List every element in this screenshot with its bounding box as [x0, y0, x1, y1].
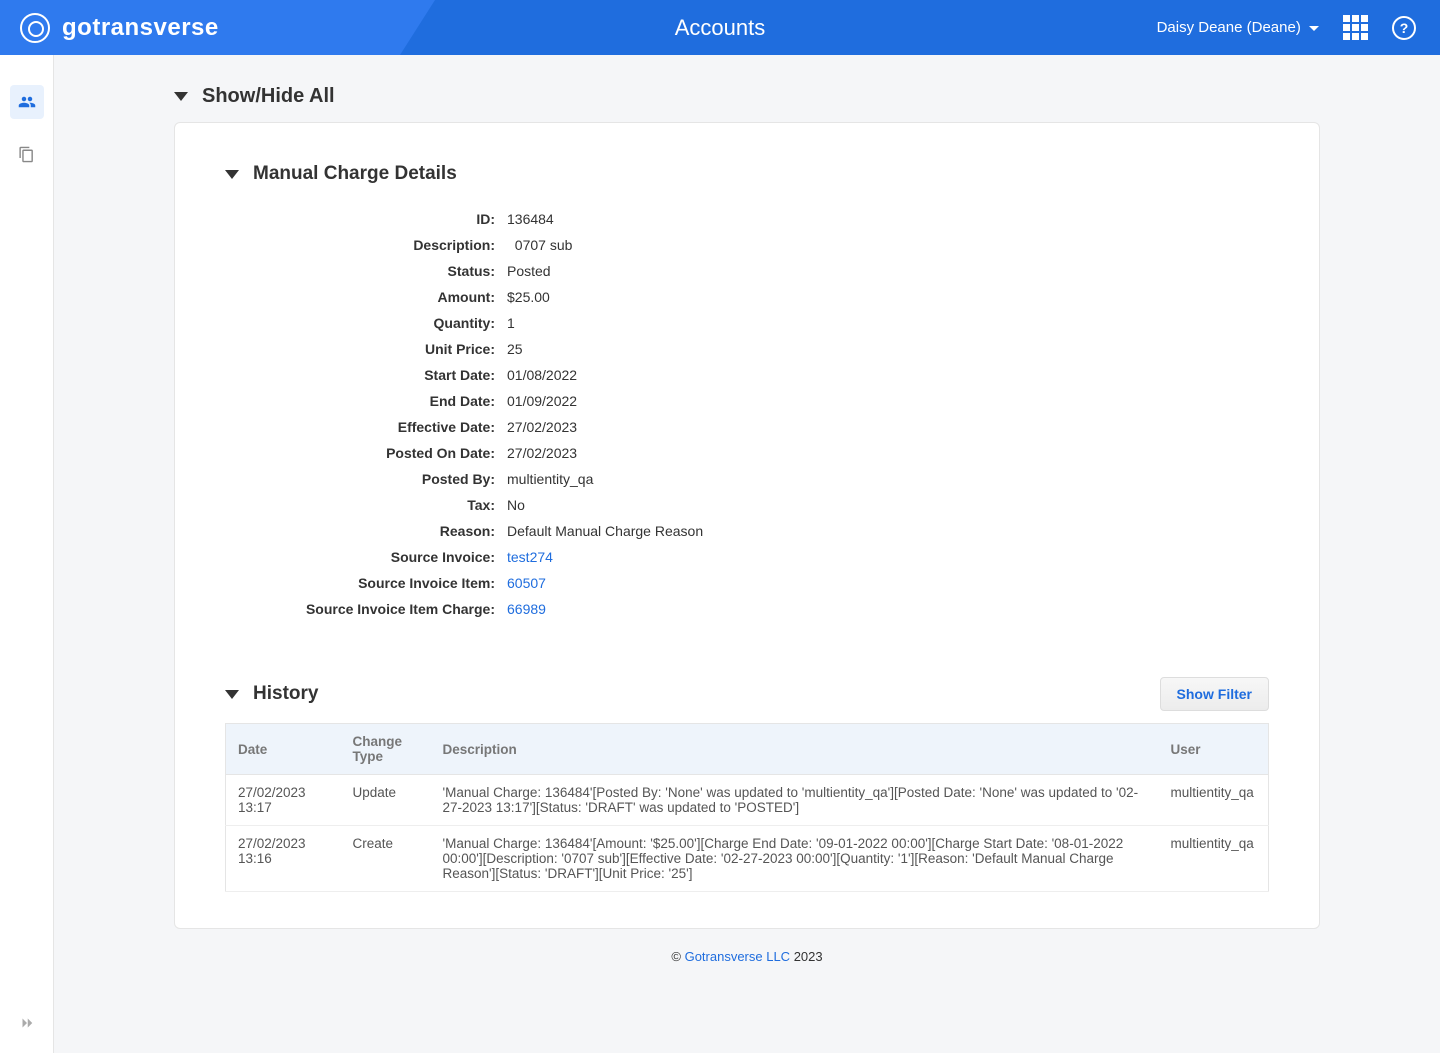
details-section-title: Manual Charge Details: [253, 163, 457, 185]
show-filter-button[interactable]: Show Filter: [1160, 677, 1269, 711]
detail-value: 1: [507, 315, 1269, 331]
footer-company-link[interactable]: Gotransverse LLC: [685, 949, 791, 964]
brand-text: gotransverse: [62, 14, 219, 42]
footer-year: 2023: [794, 949, 823, 964]
detail-value: 01/09/2022: [507, 393, 1269, 409]
detail-value: 136484: [507, 211, 1269, 227]
history-header-row: Date Change Type Description User: [226, 724, 1269, 775]
detail-value: 25: [507, 341, 1269, 357]
sidebar-expand[interactable]: [18, 1014, 36, 1035]
cell-type: Create: [341, 826, 431, 892]
history-section-toggle[interactable]: History: [225, 683, 318, 705]
detail-label: End Date:: [245, 393, 495, 409]
detail-value-link[interactable]: 60507: [507, 575, 1269, 591]
brand-logo-icon: [20, 13, 50, 43]
showhide-title: Show/Hide All: [202, 85, 335, 108]
detail-label: Quantity:: [245, 315, 495, 331]
caret-down-icon: [225, 170, 239, 179]
history-section-title: History: [253, 683, 318, 705]
detail-value-link[interactable]: 66989: [507, 601, 1269, 617]
cell-desc: 'Manual Charge: 136484'[Posted By: 'None…: [431, 775, 1159, 826]
footer-copyright: ©: [671, 949, 681, 964]
detail-label: Status:: [245, 263, 495, 279]
detail-value: 27/02/2023: [507, 445, 1269, 461]
detail-label: Unit Price:: [245, 341, 495, 357]
detail-value: multientity_qa: [507, 471, 1269, 487]
details-grid: ID: 136484 Description: 0707 sub Status: Pos…: [245, 211, 1269, 617]
history-header-row: History Show Filter: [225, 677, 1269, 711]
main-content: Show/Hide All Manual Charge Details ID: 1…: [54, 55, 1440, 1053]
detail-label: Source Invoice Item:: [245, 575, 495, 591]
detail-label: Reason:: [245, 523, 495, 539]
detail-value: 27/02/2023: [507, 419, 1269, 435]
detail-label: Source Invoice:: [245, 549, 495, 565]
apps-grid-icon[interactable]: [1343, 15, 1368, 40]
chevrons-right-icon: [18, 1014, 36, 1032]
cell-type: Update: [341, 775, 431, 826]
header-right: Daisy Deane (Deane) ?: [1157, 15, 1440, 40]
footer: © Gotransverse LLC 2023: [174, 929, 1320, 964]
col-date[interactable]: Date: [226, 724, 341, 775]
chevron-down-icon: [1309, 26, 1319, 31]
detail-value: Posted: [507, 263, 1269, 279]
detail-label: Start Date:: [245, 367, 495, 383]
showhide-toggle[interactable]: Show/Hide All: [174, 85, 1320, 108]
detail-value: Default Manual Charge Reason: [507, 523, 1269, 539]
user-menu[interactable]: Daisy Deane (Deane): [1157, 19, 1319, 36]
detail-value-link[interactable]: test274: [507, 549, 1269, 565]
detail-label: Amount:: [245, 289, 495, 305]
users-icon: [18, 93, 36, 111]
user-label: Daisy Deane (Deane): [1157, 19, 1301, 36]
detail-label: Tax:: [245, 497, 495, 513]
detail-label: Effective Date:: [245, 419, 495, 435]
col-user[interactable]: User: [1159, 724, 1269, 775]
copy-icon: [18, 146, 35, 163]
caret-down-icon: [174, 92, 188, 101]
detail-label: Source Invoice Item Charge:: [245, 601, 495, 617]
sidebar-item-copy[interactable]: [10, 137, 44, 171]
help-icon[interactable]: ?: [1392, 16, 1416, 40]
detail-label: Posted By:: [245, 471, 495, 487]
detail-value: 0707 sub: [507, 237, 1269, 253]
detail-value: 01/08/2022: [507, 367, 1269, 383]
detail-value: $25.00: [507, 289, 1269, 305]
cell-desc: 'Manual Charge: 136484'[Amount: '$25.00'…: [431, 826, 1159, 892]
history-table: Date Change Type Description User 27/02/…: [225, 723, 1269, 892]
table-row: 27/02/2023 13:17Update'Manual Charge: 13…: [226, 775, 1269, 826]
caret-down-icon: [225, 690, 239, 699]
cell-user: multientity_qa: [1159, 826, 1269, 892]
detail-label: Description:: [245, 237, 495, 253]
table-row: 27/02/2023 13:16Create'Manual Charge: 13…: [226, 826, 1269, 892]
details-section-toggle[interactable]: Manual Charge Details: [225, 163, 1269, 185]
app-header: gotransverse Accounts Daisy Deane (Deane…: [0, 0, 1440, 55]
page-title: Accounts: [675, 15, 766, 41]
detail-label: ID:: [245, 211, 495, 227]
sidebar: [0, 55, 54, 1053]
col-desc[interactable]: Description: [431, 724, 1159, 775]
cell-user: multientity_qa: [1159, 775, 1269, 826]
sidebar-item-accounts[interactable]: [10, 85, 44, 119]
detail-value: No: [507, 497, 1269, 513]
details-card: Manual Charge Details ID: 136484 Descripti…: [174, 122, 1320, 929]
cell-date: 27/02/2023 13:16: [226, 826, 341, 892]
cell-date: 27/02/2023 13:17: [226, 775, 341, 826]
header-left: gotransverse: [0, 0, 400, 55]
detail-label: Posted On Date:: [245, 445, 495, 461]
col-type[interactable]: Change Type: [341, 724, 431, 775]
